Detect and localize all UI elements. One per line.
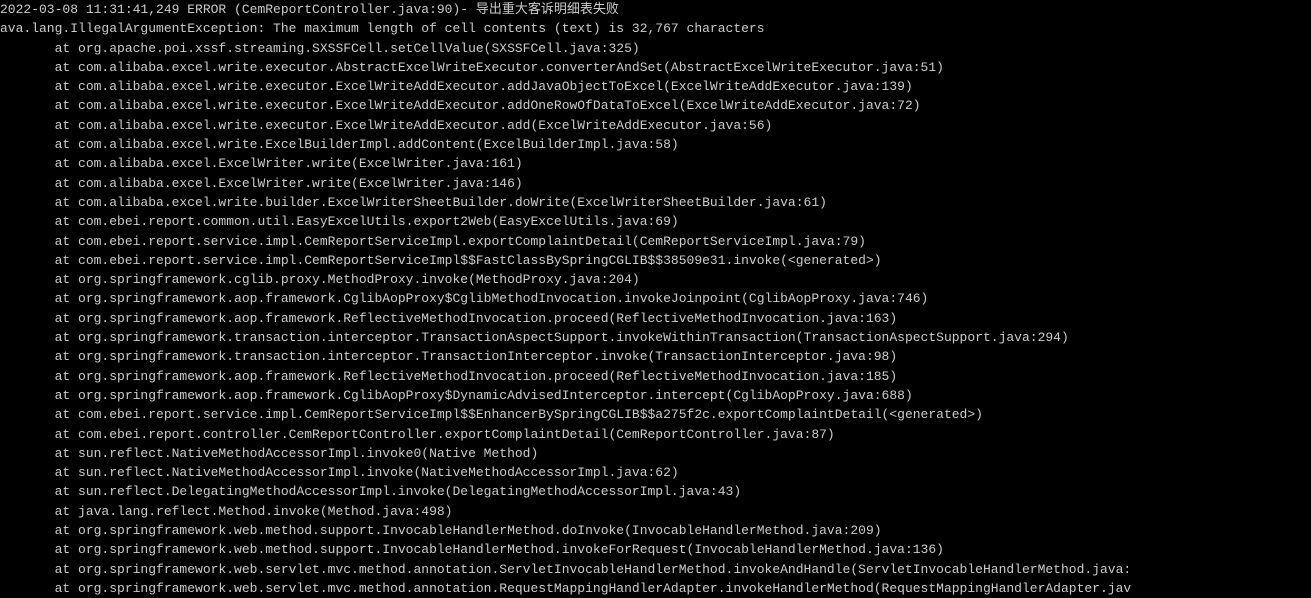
stack-trace-line: at org.springframework.aop.framework.Cgl… — [0, 289, 1311, 308]
stack-trace-line: at sun.reflect.DelegatingMethodAccessorI… — [0, 482, 1311, 501]
stack-trace-line: at com.alibaba.excel.write.builder.Excel… — [0, 193, 1311, 212]
stack-trace-line: at com.alibaba.excel.ExcelWriter.write(E… — [0, 154, 1311, 173]
log-error-header: 2022-03-08 11:31:41,249 ERROR (CemReport… — [0, 0, 1311, 19]
stack-trace-line: at com.ebei.report.controller.CemReportC… — [0, 425, 1311, 444]
stack-trace-line: at org.springframework.cglib.proxy.Metho… — [0, 270, 1311, 289]
stack-trace-line: at com.ebei.report.service.impl.CemRepor… — [0, 405, 1311, 424]
stack-trace-line: at com.alibaba.excel.write.executor.Abst… — [0, 58, 1311, 77]
stack-trace-line: at org.springframework.web.method.suppor… — [0, 540, 1311, 559]
log-exception-message: ava.lang.IllegalArgumentException: The m… — [0, 19, 1311, 38]
stack-trace-line: at com.alibaba.excel.write.executor.Exce… — [0, 96, 1311, 115]
stack-trace-line: at sun.reflect.NativeMethodAccessorImpl.… — [0, 463, 1311, 482]
stack-trace-line: at sun.reflect.NativeMethodAccessorImpl.… — [0, 444, 1311, 463]
stack-trace-line: at com.alibaba.excel.write.executor.Exce… — [0, 77, 1311, 96]
console-log-output: 2022-03-08 11:31:41,249 ERROR (CemReport… — [0, 0, 1311, 598]
stack-trace-line: at org.springframework.aop.framework.Ref… — [0, 309, 1311, 328]
stack-trace-line: at org.springframework.aop.framework.Ref… — [0, 367, 1311, 386]
stack-trace-line: at java.lang.reflect.Method.invoke(Metho… — [0, 502, 1311, 521]
stack-trace-line: at com.alibaba.excel.ExcelWriter.write(E… — [0, 174, 1311, 193]
stack-trace-line: at com.ebei.report.common.util.EasyExcel… — [0, 212, 1311, 231]
stack-trace-line: at org.springframework.transaction.inter… — [0, 328, 1311, 347]
stack-trace-line: at org.apache.poi.xssf.streaming.SXSSFCe… — [0, 39, 1311, 58]
stack-trace-line: at com.ebei.report.service.impl.CemRepor… — [0, 251, 1311, 270]
stack-trace-line: at org.springframework.transaction.inter… — [0, 347, 1311, 366]
stack-trace-line: at org.springframework.web.servlet.mvc.m… — [0, 560, 1311, 579]
stack-trace-line: at com.alibaba.excel.write.executor.Exce… — [0, 116, 1311, 135]
stack-trace-line: at org.springframework.aop.framework.Cgl… — [0, 386, 1311, 405]
stack-trace-line: at com.alibaba.excel.write.ExcelBuilderI… — [0, 135, 1311, 154]
stack-trace-line: at com.ebei.report.service.impl.CemRepor… — [0, 232, 1311, 251]
stack-trace-line: at org.springframework.web.method.suppor… — [0, 521, 1311, 540]
